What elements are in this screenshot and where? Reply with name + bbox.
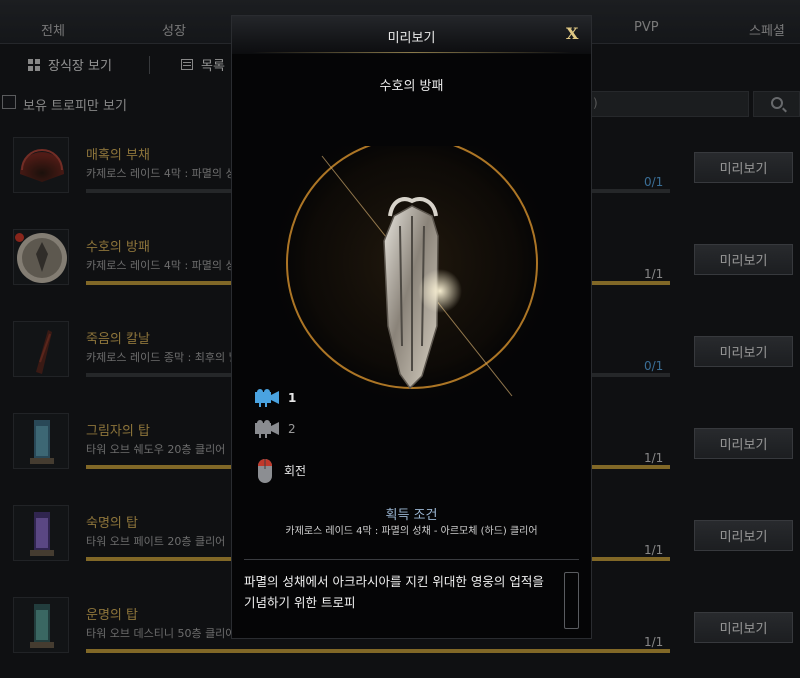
trophy-count: 0/1 [644,175,664,189]
preview-button[interactable]: 미리보기 [694,612,793,643]
search-icon [771,97,783,109]
new-badge [15,233,24,242]
camera-1-label: 1 [288,391,297,405]
preview-button[interactable]: 미리보기 [694,520,793,551]
cabinet-view-label: 장식장 보기 [48,59,112,74]
trophy-thumbnail [13,321,69,377]
trophy-condition: 카제로스 레이드 4막 : 파멸의 성 [86,259,236,272]
preview-button[interactable]: 미리보기 [694,152,793,183]
trophy-thumbnail [13,505,69,561]
trophy-title: 그림자의 탑 [86,424,150,439]
modal-header: 미리보기 X [232,16,591,54]
trophy-thumbnail [13,137,69,193]
trophy-progress-bar [86,649,670,653]
trophy-progress-fill [86,649,670,653]
modal-divider [244,559,579,560]
trophy-condition: 타워 오브 데스티니 50층 클리어 [86,627,236,640]
rotate-hint: 회전 [254,455,306,485]
camera-icon [255,420,279,438]
light-flare [418,269,462,313]
grid-icon [28,58,40,71]
tab-pvp[interactable]: PVP [634,20,659,35]
trophy-thumbnail [13,413,69,469]
preview-button[interactable]: 미리보기 [694,244,793,275]
trophy-title: 죽음의 칼날 [86,332,150,347]
preview-button[interactable]: 미리보기 [694,428,793,459]
trophy-count: 1/1 [644,635,664,649]
acquire-condition-title: 획득 조건 [385,508,438,523]
trophy-condition: 카제로스 레이드 4막 : 파멸의 성 [86,167,236,180]
trophy-count: 0/1 [644,359,664,373]
trophy-count: 1/1 [644,543,664,557]
trophy-count: 1/1 [644,267,664,281]
trophy-preview-stage[interactable] [262,146,562,446]
tab-growth[interactable]: 성장 [162,20,186,39]
view-separator [149,56,150,74]
camera-2-label: 2 [288,422,296,436]
trophy-title: 숙명의 탑 [86,516,138,531]
search-input[interactable]: ) [582,91,749,117]
trophy-count: 1/1 [644,451,664,465]
tab-all[interactable]: 전체 [41,20,65,39]
mouse-icon [258,459,272,483]
search-button[interactable] [753,91,800,117]
trophy-thumbnail [13,597,69,653]
camera-2-button[interactable]: 2 [254,419,296,439]
camera-icon [255,389,279,407]
header-divider [252,52,572,53]
tab-special[interactable]: 스페셜 [749,20,785,39]
rotate-label: 회전 [284,463,307,478]
item-name: 수호의 방패 [379,79,444,94]
acquire-condition-desc: 카제로스 레이드 4막 : 파멸의 성채 - 아르모체 (하드) 클리어 [285,526,538,537]
close-button[interactable]: X [566,24,578,43]
owned-only-label[interactable]: 보유 트로피만 보기 [23,95,127,114]
trophy-title: 매혹의 부채 [86,148,150,163]
trophy-condition: 타워 오브 쉐도우 20층 클리어 [86,443,226,456]
owned-only-checkbox[interactable] [2,95,16,109]
trophy-description: 파멸의 성채에서 아크라시아를 지킨 위대한 영웅의 업적을 기념하기 위한 트… [244,574,544,610]
trophy-condition: 타워 오브 페이트 20층 클리어 [86,535,226,548]
trophy-condition: 카제로스 레이드 종막 : 최후의 날 [86,351,239,364]
trophy-title: 수호의 방패 [86,240,150,255]
preview-button[interactable]: 미리보기 [694,336,793,367]
cabinet-view-button[interactable]: 장식장 보기 [28,55,112,74]
trophy-title: 운명의 탑 [86,608,138,623]
modal-title: 미리보기 [387,31,436,46]
list-view-button[interactable]: 목록 [181,55,225,74]
description-scrollbar[interactable] [564,572,579,629]
list-view-label: 목록 [201,59,225,74]
preview-modal: 미리보기 X 수호의 방패 1 2 회전 획득 조건 카제로스 레이드 4막:… [231,15,592,639]
camera-1-button[interactable]: 1 [254,388,296,408]
list-icon [181,59,193,70]
